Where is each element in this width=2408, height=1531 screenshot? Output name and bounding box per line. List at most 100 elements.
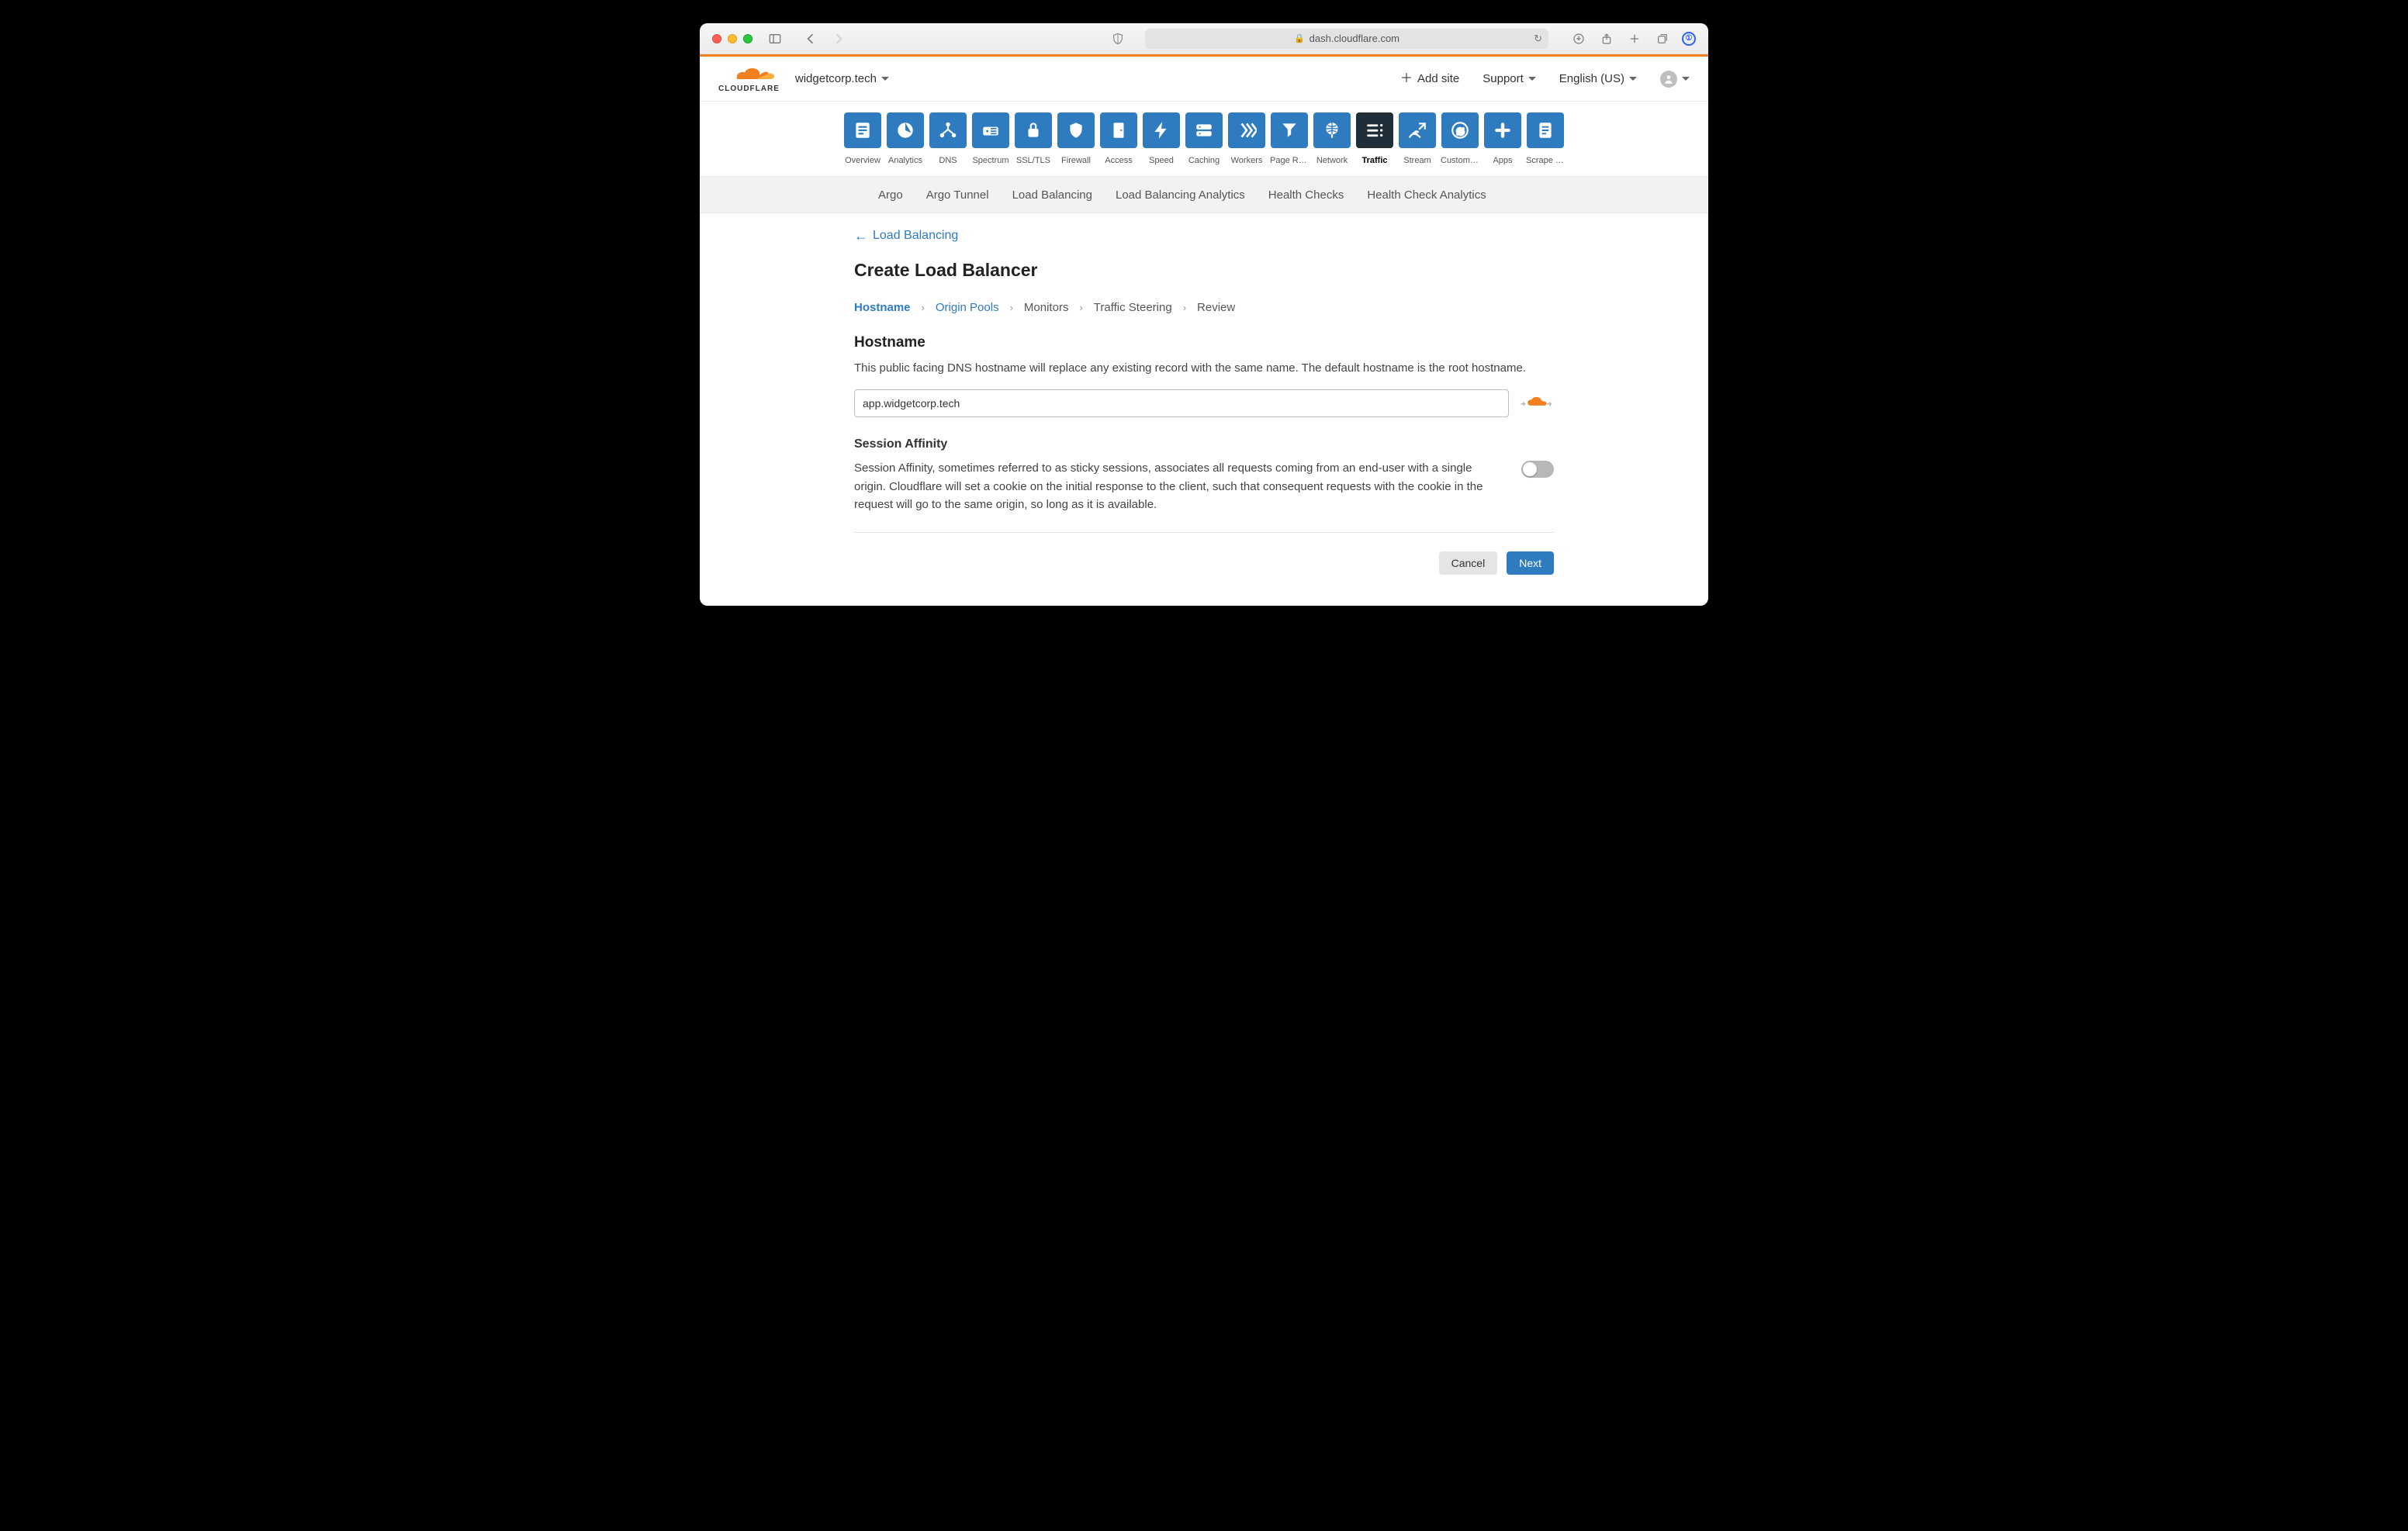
nav-speed[interactable]: Speed [1142, 112, 1181, 165]
lock-icon: 🔒 [1294, 33, 1305, 43]
overview-icon [844, 112, 881, 148]
nav-caching[interactable]: Caching [1185, 112, 1223, 165]
back-link[interactable]: ← Load Balancing [854, 229, 1554, 243]
next-button[interactable]: Next [1507, 551, 1554, 575]
nav-stream[interactable]: Stream [1398, 112, 1437, 165]
session-affinity-heading: Session Affinity [854, 437, 1554, 451]
zone-name: widgetcorp.tech [795, 72, 877, 85]
stream-icon [1399, 112, 1436, 148]
session-affinity-description: Session Affinity, sometimes referred to … [854, 459, 1490, 513]
customp-icon [1441, 112, 1479, 148]
nav-network[interactable]: Network [1313, 112, 1351, 165]
nav-label: Analytics [888, 156, 922, 165]
chevron-down-icon [1682, 77, 1690, 81]
pagerules-icon [1271, 112, 1308, 148]
hostname-row [854, 389, 1554, 417]
hostname-description: This public facing DNS hostname will rep… [854, 359, 1554, 377]
nav-scrape[interactable]: Scrape S… [1526, 112, 1565, 165]
subtab-health-checks[interactable]: Health Checks [1268, 188, 1344, 202]
nav-dns[interactable]: DNS [929, 112, 967, 165]
scrape-icon [1527, 112, 1564, 148]
subtab-argo[interactable]: Argo [878, 188, 903, 202]
nav-label: Apps [1493, 156, 1512, 165]
session-affinity-row: Session Affinity, sometimes referred to … [854, 459, 1554, 513]
analytics-icon [887, 112, 924, 148]
nav-customp[interactable]: Custom P… [1441, 112, 1479, 165]
step-hostname[interactable]: Hostname [854, 301, 911, 314]
url-text: dash.cloudflare.com [1310, 33, 1399, 44]
session-affinity-toggle[interactable] [1521, 461, 1554, 478]
ssl-icon [1015, 112, 1052, 148]
zone-selector[interactable]: widgetcorp.tech [795, 72, 889, 85]
share-icon[interactable] [1598, 29, 1615, 48]
cancel-button[interactable]: Cancel [1439, 551, 1498, 575]
nav-traffic[interactable]: Traffic [1355, 112, 1394, 165]
nav-analytics[interactable]: Analytics [886, 112, 925, 165]
nav-label: Stream [1403, 156, 1431, 165]
step-traffic-steering[interactable]: Traffic Steering [1094, 301, 1172, 314]
header-right: ＋Add site Support English (US) [1400, 71, 1690, 88]
nav-access[interactable]: Access [1099, 112, 1138, 165]
close-window-button[interactable] [712, 34, 721, 43]
account-menu[interactable] [1660, 71, 1690, 88]
reload-icon[interactable]: ↻ [1534, 33, 1542, 45]
nav-label: Scrape S… [1526, 156, 1565, 165]
nav-spectrum[interactable]: Spectrum [971, 112, 1010, 165]
access-icon [1100, 112, 1137, 148]
subtab-load-balancing-analytics[interactable]: Load Balancing Analytics [1116, 188, 1245, 202]
subtab-load-balancing[interactable]: Load Balancing [1012, 188, 1092, 202]
page-title: Create Load Balancer [854, 260, 1554, 281]
traffic-icon [1356, 112, 1393, 148]
step-origin-pools[interactable]: Origin Pools [936, 301, 999, 314]
back-button[interactable] [802, 29, 819, 48]
chevron-right-icon: › [1183, 302, 1186, 313]
nav-apps[interactable]: Apps [1483, 112, 1522, 165]
new-tab-icon[interactable] [1626, 29, 1643, 48]
nav-overview[interactable]: Overview [843, 112, 882, 165]
dashboard-header: CLOUDFLARE widgetcorp.tech ＋Add site Sup… [700, 57, 1708, 102]
traffic-subtabs: Argo Argo Tunnel Load Balancing Load Balanc… [700, 176, 1708, 213]
network-icon [1313, 112, 1351, 148]
arrow-left-icon: ← [854, 229, 868, 243]
cloudflare-logo[interactable]: CLOUDFLARE [718, 64, 780, 93]
sidebar-toggle-icon[interactable] [766, 29, 784, 48]
nav-label: Traffic [1361, 156, 1387, 165]
minimize-window-button[interactable] [728, 34, 737, 43]
subtab-health-check-analytics[interactable]: Health Check Analytics [1367, 188, 1486, 202]
nav-firewall[interactable]: Firewall [1057, 112, 1095, 165]
nav-label: SSL/TLS [1016, 156, 1050, 165]
back-link-label: Load Balancing [873, 229, 958, 243]
downloads-icon[interactable] [1570, 29, 1587, 48]
hostname-heading: Hostname [854, 334, 1554, 351]
nav-label: Speed [1149, 156, 1174, 165]
add-site-button[interactable]: ＋Add site [1400, 72, 1459, 85]
step-review[interactable]: Review [1197, 301, 1235, 314]
forward-button[interactable] [830, 29, 847, 48]
step-monitors[interactable]: Monitors [1024, 301, 1069, 314]
onepassword-extension-icon[interactable]: ① [1682, 32, 1696, 46]
support-menu[interactable]: Support [1483, 72, 1536, 85]
nav-label: Network [1316, 156, 1348, 165]
address-bar[interactable]: 🔒 dash.cloudflare.com ↻ [1145, 29, 1548, 49]
chevron-down-icon [1629, 77, 1637, 81]
nav-label: Custom P… [1441, 156, 1479, 165]
toolbar-right: ① [1570, 29, 1696, 48]
nav-workers[interactable]: Workers [1227, 112, 1266, 165]
chevron-right-icon: › [1079, 302, 1082, 313]
proxy-status-icon[interactable] [1520, 396, 1554, 411]
dns-icon [929, 112, 967, 148]
hostname-input[interactable] [854, 389, 1509, 417]
subtab-argo-tunnel[interactable]: Argo Tunnel [926, 188, 989, 202]
main-content: ← Load Balancing Create Load Balancer Ho… [851, 229, 1557, 575]
user-avatar-icon [1660, 71, 1677, 88]
nav-pagerules[interactable]: Page Rules [1270, 112, 1309, 165]
tabs-icon[interactable] [1654, 29, 1671, 48]
nav-ssl[interactable]: SSL/TLS [1014, 112, 1053, 165]
fullscreen-window-button[interactable] [743, 34, 752, 43]
product-nav: Overview Analytics DNSSpectrum SSL/TLS Firew… [700, 102, 1708, 171]
privacy-shield-icon[interactable] [1109, 29, 1126, 48]
nav-label: Firewall [1061, 156, 1091, 165]
caching-icon [1185, 112, 1223, 148]
language-menu[interactable]: English (US) [1559, 72, 1637, 85]
wizard-steps: Hostname›Origin Pools›Monitors›Traffic S… [854, 301, 1554, 314]
